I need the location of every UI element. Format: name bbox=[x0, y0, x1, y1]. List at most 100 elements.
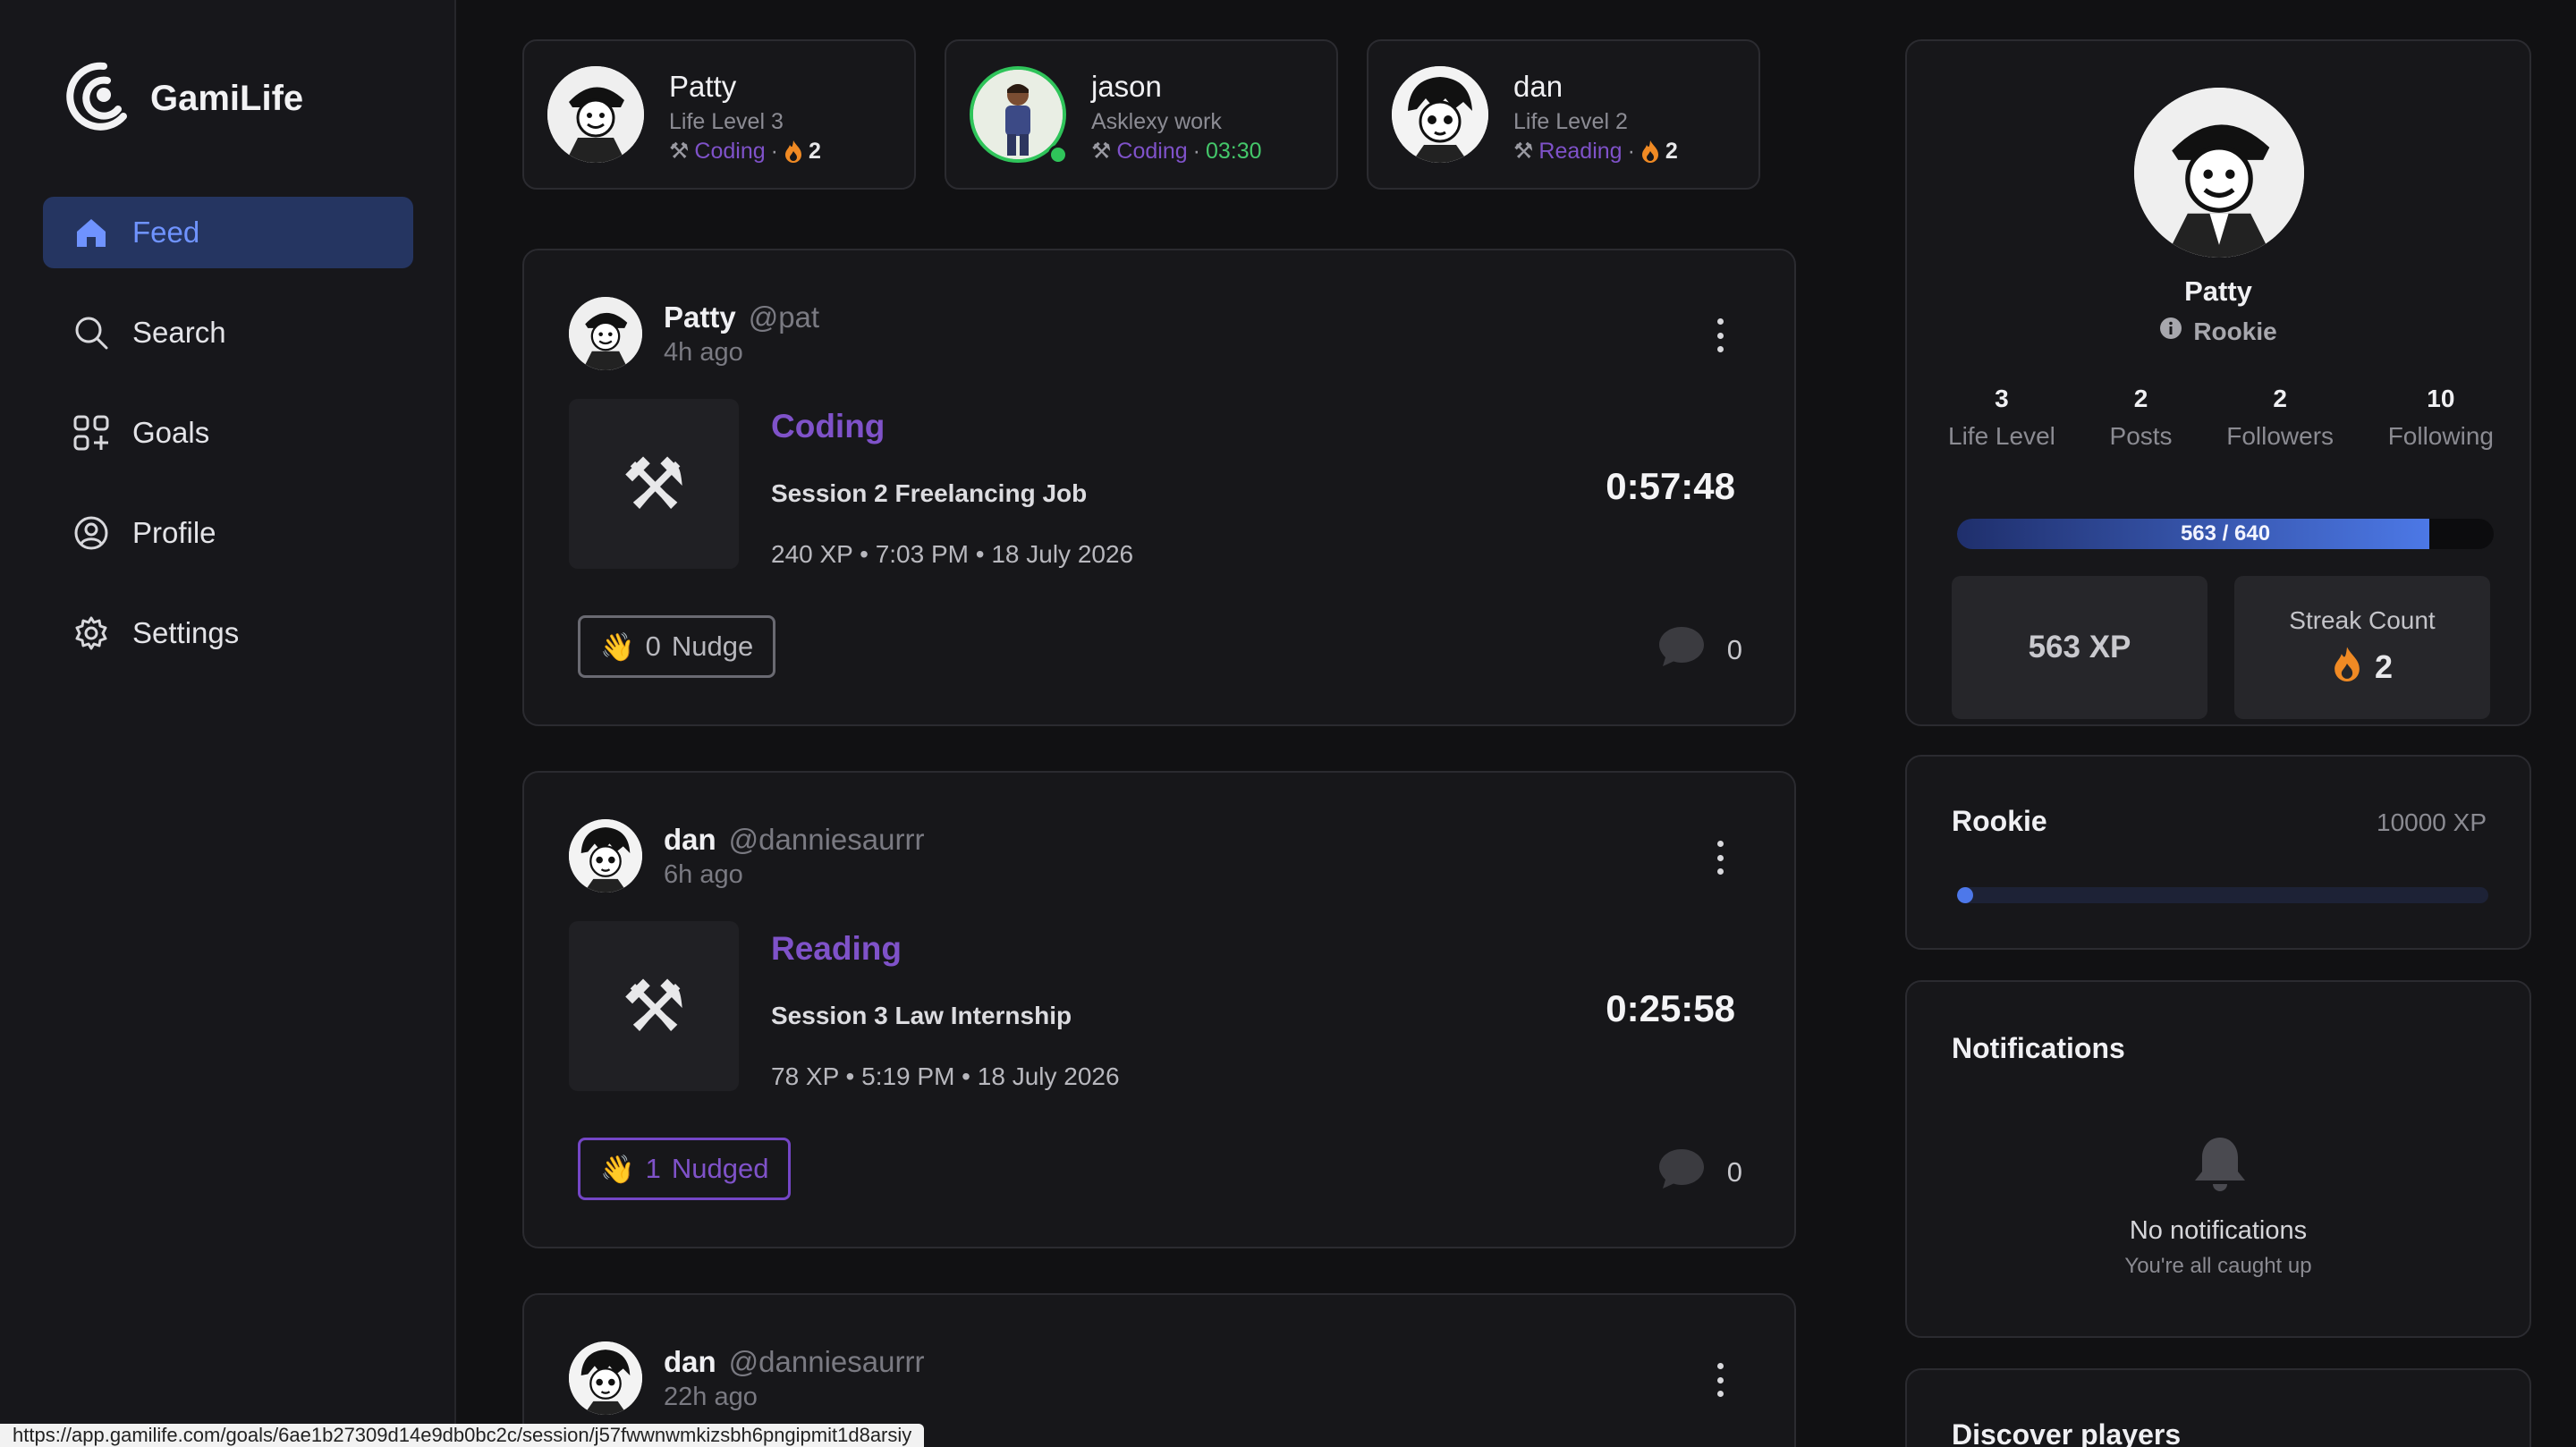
avatar bbox=[1392, 66, 1488, 163]
stat-life-level: 3 Life Level bbox=[1948, 385, 2055, 450]
active-user-meta: ⚒ Coding · 2 bbox=[669, 138, 821, 165]
link-preview-statusbar: https://app.gamilife.com/goals/6ae1b2730… bbox=[0, 1424, 925, 1447]
hammer-wrench-icon: ⚒ bbox=[1513, 139, 1534, 164]
nudge-button[interactable]: 👋 1 Nudged bbox=[578, 1138, 792, 1200]
session-timer: 03:30 bbox=[1205, 138, 1262, 164]
separator-dot: · bbox=[770, 138, 778, 164]
active-user-level: Life Level 3 bbox=[669, 109, 784, 134]
nudge-label: Nudge bbox=[671, 630, 754, 662]
profile-rank: Rookie bbox=[1907, 317, 2529, 346]
streak-row: 2 bbox=[2332, 646, 2393, 690]
hammer-wrench-icon: ⚒ bbox=[669, 139, 690, 164]
streak-count: 2 bbox=[1665, 138, 1678, 164]
post-time: 6h ago bbox=[664, 860, 743, 889]
waving-hand-icon: 👋 bbox=[600, 630, 635, 663]
active-user-card[interactable]: dan Life Level 2 ⚒ Reading · 2 bbox=[1367, 39, 1760, 190]
bell-icon bbox=[2191, 1134, 2249, 1197]
post-duration: 0:57:48 bbox=[1606, 465, 1735, 507]
profile-avatar[interactable] bbox=[2134, 88, 2304, 258]
gamilife-logo-icon bbox=[64, 61, 129, 137]
comments-button[interactable]: 0 bbox=[1657, 624, 1742, 676]
active-activity: Coding bbox=[1116, 138, 1188, 164]
post-author-name: dan bbox=[664, 823, 716, 856]
nudge-label: Nudged bbox=[671, 1153, 769, 1184]
online-status-dot bbox=[1048, 145, 1068, 165]
flame-icon bbox=[2332, 646, 2362, 690]
notifications-title: Notifications bbox=[1952, 1032, 2125, 1064]
streak-box: Streak Count 2 bbox=[2234, 576, 2490, 719]
nav-item-feed[interactable]: Feed bbox=[43, 197, 413, 268]
active-user-meta: ⚒ Reading · 2 bbox=[1513, 138, 1678, 165]
active-user-card[interactable]: jason Asklexy work ⚒ Coding · 03:30 bbox=[945, 39, 1338, 190]
post-time: 22h ago bbox=[664, 1383, 758, 1411]
flame-icon bbox=[1640, 140, 1660, 163]
avatar bbox=[547, 66, 644, 163]
comment-bubble-icon bbox=[1657, 1147, 1706, 1198]
home-icon bbox=[73, 215, 109, 250]
notifications-card: Notifications No notifications You're al… bbox=[1905, 980, 2531, 1338]
active-user-name: dan bbox=[1513, 70, 1563, 103]
post-session: Session 2 Freelancing Job bbox=[771, 479, 1088, 507]
nav-item-search[interactable]: Search bbox=[43, 297, 413, 368]
sidebar: GamiLife Feed Search Goals Profile Setti… bbox=[0, 0, 456, 1447]
comments-button[interactable]: 0 bbox=[1657, 1147, 1742, 1198]
more-options-icon[interactable] bbox=[1716, 318, 1724, 352]
search-icon bbox=[73, 315, 109, 351]
profile-stats: 3 Life Level 2 Posts 2 Followers 10 Followin… bbox=[1948, 385, 2494, 451]
nav-label: Feed bbox=[132, 216, 200, 249]
stat-following[interactable]: 10 Following bbox=[2388, 385, 2494, 451]
xp-progress-bar: 563 / 640 bbox=[1957, 519, 2494, 549]
active-user-goal: Asklexy work bbox=[1091, 109, 1222, 134]
comment-bubble-icon bbox=[1657, 624, 1706, 676]
feed-post: Patty @pat 4h ago ⚒ Coding Session 2 Free… bbox=[522, 249, 1796, 726]
nav-item-settings[interactable]: Settings bbox=[43, 597, 413, 669]
post-author-handle: @danniesaurrr bbox=[728, 823, 925, 856]
post-author[interactable]: dan @danniesaurrr bbox=[664, 1345, 924, 1379]
more-options-icon[interactable] bbox=[1716, 1363, 1724, 1397]
profile-icon bbox=[73, 515, 109, 551]
active-user-card[interactable]: Patty Life Level 3 ⚒ Coding · 2 bbox=[522, 39, 916, 190]
activity-thumbnail[interactable]: ⚒ bbox=[569, 399, 739, 569]
info-icon[interactable] bbox=[2159, 317, 2182, 346]
nudge-button[interactable]: 👋 0 Nudge bbox=[578, 615, 776, 678]
rank-title: Rookie bbox=[1952, 805, 2047, 837]
nav-item-goals[interactable]: Goals bbox=[43, 397, 413, 469]
post-activity[interactable]: Coding bbox=[771, 408, 885, 445]
activity-thumbnail[interactable]: ⚒ bbox=[569, 921, 739, 1091]
rank-progress-bar bbox=[1957, 887, 2488, 903]
flame-icon bbox=[784, 140, 803, 163]
more-options-icon[interactable] bbox=[1716, 841, 1724, 875]
post-details: 78 XP • 5:19 PM • 18 July 2026 bbox=[771, 1062, 1120, 1090]
brand[interactable]: GamiLife bbox=[64, 61, 303, 137]
gear-icon bbox=[73, 615, 109, 651]
app-name: GamiLife bbox=[150, 79, 304, 118]
active-user-level: Life Level 2 bbox=[1513, 109, 1628, 134]
hammer-wrench-icon: ⚒ bbox=[622, 444, 686, 524]
xp-total-box: 563 XP bbox=[1952, 576, 2207, 719]
discover-players-card: Discover players bbox=[1905, 1368, 2531, 1447]
notifications-subtext: You're all caught up bbox=[2124, 1254, 2312, 1278]
hammer-wrench-icon: ⚒ bbox=[622, 966, 686, 1046]
discover-title: Discover players bbox=[1952, 1418, 2182, 1447]
post-author[interactable]: Patty @pat bbox=[664, 300, 819, 334]
stat-followers[interactable]: 2 Followers bbox=[2226, 385, 2334, 451]
post-author-name: dan bbox=[664, 1345, 716, 1378]
post-time: 4h ago bbox=[664, 338, 743, 367]
post-activity[interactable]: Reading bbox=[771, 930, 902, 968]
goals-icon bbox=[73, 415, 109, 451]
rank-progress-card: Rookie 10000 XP bbox=[1905, 755, 2531, 950]
nav-label: Search bbox=[132, 316, 226, 349]
separator-dot: · bbox=[1192, 138, 1200, 164]
post-author[interactable]: dan @danniesaurrr bbox=[664, 823, 924, 857]
stat-posts[interactable]: 2 Posts bbox=[2110, 385, 2173, 451]
streak-value: 2 bbox=[2374, 648, 2394, 685]
hammer-wrench-icon: ⚒ bbox=[1091, 139, 1112, 164]
avatar[interactable] bbox=[569, 1341, 642, 1415]
nudge-count: 0 bbox=[645, 630, 661, 662]
nav-item-profile[interactable]: Profile bbox=[43, 497, 413, 569]
feed-post: dan @danniesaurrr 6h ago ⚒ Reading Sessio… bbox=[522, 771, 1796, 1248]
avatar[interactable] bbox=[569, 819, 642, 893]
nudge-count: 1 bbox=[645, 1153, 661, 1184]
active-user-name: Patty bbox=[669, 70, 737, 103]
avatar[interactable] bbox=[569, 297, 642, 370]
